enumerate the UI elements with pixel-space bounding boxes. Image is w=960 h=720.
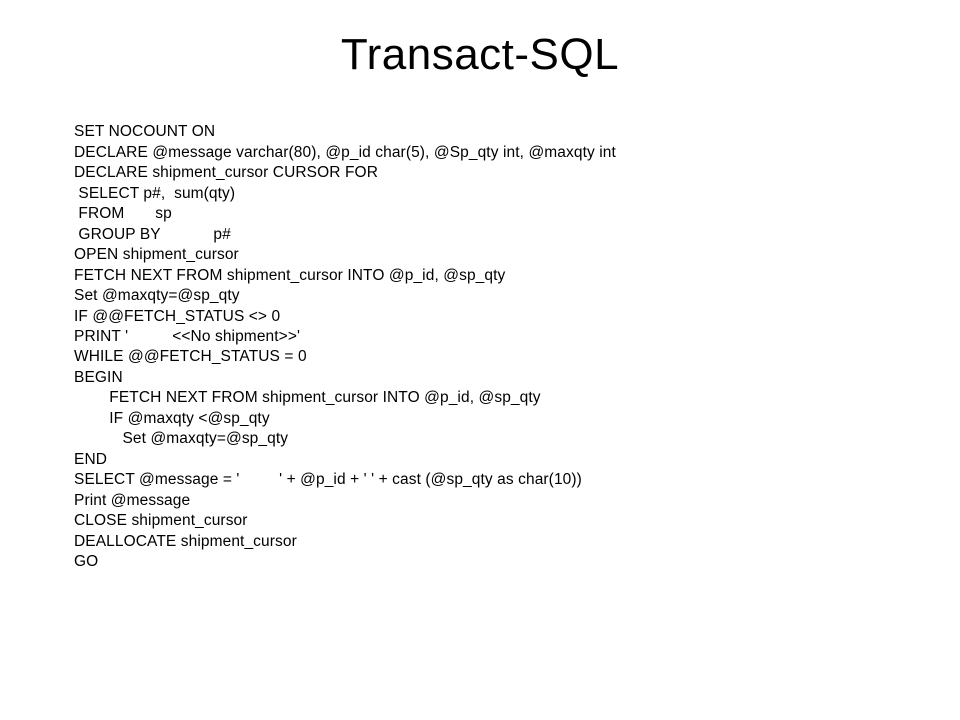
code-line: DECLARE shipment_cursor CURSOR FOR: [74, 164, 378, 181]
code-line: END: [74, 451, 107, 468]
code-line: PRINT ' <<No shipment>>': [74, 328, 300, 345]
code-line: BEGIN: [74, 369, 123, 386]
code-line: Set @maxqty=@sp_qty: [74, 430, 288, 447]
code-line: GO: [74, 553, 98, 570]
code-line: FROM sp: [74, 205, 172, 222]
code-line: Set @maxqty=@sp_qty: [74, 287, 240, 304]
code-line: FETCH NEXT FROM shipment_cursor INTO @p_…: [74, 267, 505, 284]
code-line: OPEN shipment_cursor: [74, 246, 239, 263]
code-line: GROUP BY p#: [74, 226, 231, 243]
code-line: DEALLOCATE shipment_cursor: [74, 533, 297, 550]
code-line: IF @@FETCH_STATUS <> 0: [74, 308, 280, 325]
code-line: SELECT @message = ' ' + @p_id + ' ' + ca…: [74, 471, 582, 488]
code-block: SET NOCOUNT ON DECLARE @message varchar(…: [74, 102, 960, 572]
code-line: WHILE @@FETCH_STATUS = 0: [74, 348, 307, 365]
code-line: FETCH NEXT FROM shipment_cursor INTO @p_…: [74, 389, 541, 406]
code-line: CLOSE shipment_cursor: [74, 512, 248, 529]
code-line: SET NOCOUNT ON: [74, 123, 215, 140]
code-line: Print @message: [74, 492, 190, 509]
code-line: IF @maxqty <@sp_qty: [74, 410, 270, 427]
slide-container: Transact-SQL SET NOCOUNT ON DECLARE @mes…: [0, 0, 960, 720]
code-line: SELECT p#, sum(qty): [74, 185, 235, 202]
code-line: DECLARE @message varchar(80), @p_id char…: [74, 144, 616, 161]
slide-title: Transact-SQL: [0, 30, 960, 80]
